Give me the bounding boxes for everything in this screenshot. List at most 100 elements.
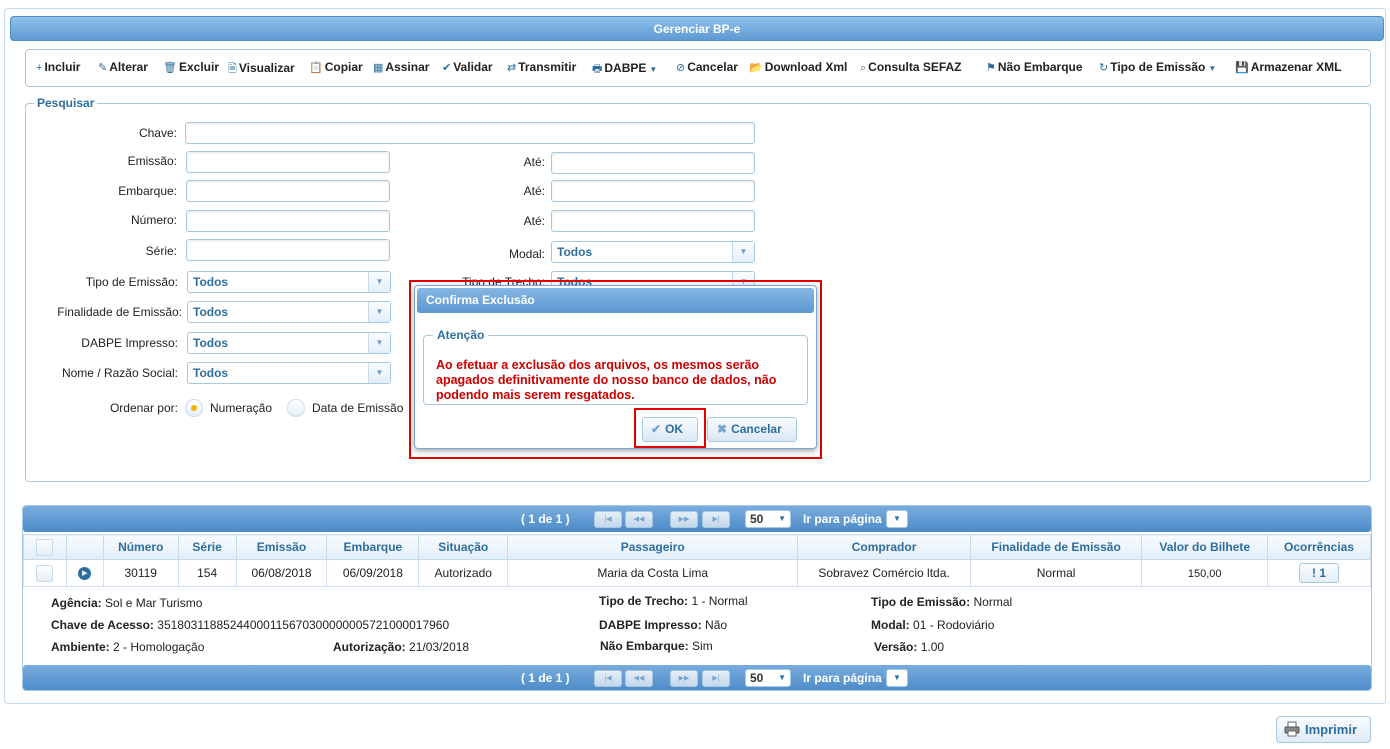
modal-detail-value: 01 - Rodoviário <box>913 618 995 632</box>
last-page-button[interactable]: ▶| <box>702 511 730 528</box>
goto-page-select[interactable]: ▼ <box>886 510 908 528</box>
ocorrencias-count: 1 <box>1319 566 1327 580</box>
cell-ocorrencias: ! 1 <box>1267 559 1371 587</box>
col-emissao[interactable]: Emissão <box>235 534 328 560</box>
copiar-label: Copiar <box>324 60 363 74</box>
armazenar-xml-button[interactable]: 💾 Armazenar XML <box>1235 60 1341 74</box>
print-button[interactable]: Imprimir <box>1276 716 1371 743</box>
excluir-label: Excluir <box>178 60 219 74</box>
refresh-icon: ↻ <box>1099 62 1109 74</box>
embarque-from-input[interactable] <box>186 180 390 202</box>
col-passageiro[interactable]: Passageiro <box>507 534 799 560</box>
chave-detail-label: Chave de Acesso: <box>51 618 154 632</box>
assinar-label: Assinar <box>385 60 430 74</box>
copiar-button[interactable]: 📋 Copiar <box>309 60 363 74</box>
nome-select[interactable]: Todos ▼ <box>187 362 391 384</box>
serie-input[interactable] <box>186 239 390 261</box>
tipo-emissao-detail-label: Tipo de Emissão: <box>871 595 971 609</box>
alterar-button[interactable]: ✎ Alterar <box>98 60 148 74</box>
cell-serie: 154 <box>177 559 237 587</box>
incluir-label: Incluir <box>44 60 81 74</box>
incluir-button[interactable]: + Incluir <box>36 60 80 74</box>
prev-page-button[interactable]: ◀◀ <box>625 511 653 528</box>
cancel-button[interactable]: ✖ Cancelar <box>707 417 797 442</box>
col-situacao[interactable]: Situação <box>418 534 509 560</box>
cancel-icon: ⊘ <box>676 62 686 74</box>
page-size-select[interactable]: 50 ▼ <box>745 510 791 528</box>
col-comprador[interactable]: Comprador <box>797 534 971 560</box>
last-page-button[interactable]: ▶| <box>702 670 730 687</box>
transmitir-button[interactable]: ⇄ Transmitir <box>507 60 576 74</box>
autorizacao-value: 21/03/2018 <box>409 640 470 654</box>
row-checkbox[interactable] <box>36 564 54 582</box>
versao-value: 1.00 <box>920 640 945 654</box>
caret-down-icon: ▼ <box>1208 64 1217 73</box>
chave-detail-value: 3518031188524400011567030000000572100001… <box>157 618 450 632</box>
emissao-ate-label: Até: <box>523 155 545 169</box>
tipo-emissao-detail-value: Normal <box>973 595 1013 609</box>
page-size-select-bottom[interactable]: 50 ▼ <box>745 669 791 687</box>
plus-icon: + <box>36 62 43 74</box>
numero-to-input[interactable] <box>551 210 755 232</box>
next-page-button[interactable]: ▶▶ <box>670 670 698 687</box>
emissao-to-input[interactable] <box>551 152 755 174</box>
emissao-from-input[interactable] <box>186 151 390 173</box>
visualizar-button[interactable]: 🗎 Visualizar <box>228 60 295 79</box>
col-finalidade[interactable]: Finalidade de Emissão <box>969 534 1143 560</box>
cell-comprador: Sobravez Comércio ltda. <box>797 559 971 587</box>
col-valor[interactable]: Valor do Bilhete <box>1141 534 1269 560</box>
tipo-emissao-menu-button[interactable]: ↻ Tipo de Emissão ▼ <box>1099 60 1216 74</box>
ok-highlight <box>634 408 706 448</box>
order-numeracao-radio[interactable] <box>185 399 203 417</box>
dabpe-menu-button[interactable]: 🖶 DABPE ▼ <box>592 60 657 79</box>
order-numeracao-label: Numeração <box>210 401 273 415</box>
chevron-down-icon: ▼ <box>368 272 390 292</box>
cancelar-label: Cancelar <box>687 60 738 74</box>
finalidade-label: Finalidade de Emissão: <box>57 305 182 319</box>
cell-emissao: 06/08/2018 <box>235 559 328 587</box>
ocorrencias-button[interactable]: ! 1 <box>1299 563 1340 583</box>
col-numero[interactable]: Número <box>102 534 179 560</box>
first-page-button[interactable]: |◀ <box>594 670 622 687</box>
nao-embarque-detail-label: Não Embarque: <box>600 639 689 653</box>
download-xml-button[interactable]: 📂 Download Xml <box>749 60 847 74</box>
goto-label-bottom: Ir para página <box>803 671 882 685</box>
toolbar: + Incluir ✎ Alterar 🗑 Excluir 🗎 Visualizar 📋… <box>25 49 1371 87</box>
print-label: Imprimir <box>1305 722 1358 737</box>
numero-from-input[interactable] <box>186 210 390 232</box>
modal-select[interactable]: Todos ▼ <box>551 241 755 263</box>
col-embarque[interactable]: Embarque <box>326 534 420 560</box>
ambiente-label: Ambiente: <box>51 640 110 654</box>
prev-page-button[interactable]: ◀◀ <box>625 670 653 687</box>
col-ocorrencias[interactable]: Ocorrências <box>1267 534 1371 560</box>
chave-input[interactable] <box>185 122 755 144</box>
page-title: Gerenciar BP-e <box>10 16 1384 41</box>
dabpe-impresso-select[interactable]: Todos ▼ <box>187 332 391 354</box>
validar-button[interactable]: ✔ Validar <box>442 60 493 74</box>
next-page-button[interactable]: ▶▶ <box>670 511 698 528</box>
col-serie[interactable]: Série <box>177 534 237 560</box>
folder-icon: 📂 <box>749 62 763 74</box>
dabpe-detail-value: Não <box>705 618 728 632</box>
trash-icon: 🗑 <box>163 62 177 74</box>
order-data-emissao-radio[interactable] <box>287 399 305 417</box>
finalidade-value: Todos <box>193 305 229 319</box>
assinar-button[interactable]: ▦ Assinar <box>373 60 429 74</box>
dabpe-impresso-value: Todos <box>193 336 229 350</box>
order-data-emissao-label: Data de Emissão <box>312 401 404 415</box>
goto-page-select-bottom[interactable]: ▼ <box>886 669 908 687</box>
select-all-checkbox[interactable] <box>36 538 54 556</box>
nao-embarque-button[interactable]: ⚑ Não Embarque <box>986 60 1083 74</box>
table-row[interactable]: ▶ 30119 154 06/08/2018 06/09/2018 Autori… <box>23 559 1371 587</box>
armazenar-xml-label: Armazenar XML <box>1250 60 1342 74</box>
consulta-sefaz-button[interactable]: ⌕ Consulta SEFAZ <box>860 60 962 75</box>
validar-label: Validar <box>453 60 493 74</box>
detail-autorizacao: Autorização: 21/03/2018 <box>333 640 469 654</box>
finalidade-select[interactable]: Todos ▼ <box>187 301 391 323</box>
expand-icon[interactable]: ▶ <box>78 567 92 581</box>
first-page-button[interactable]: |◀ <box>594 511 622 528</box>
cancelar-toolbar-button[interactable]: ⊘ Cancelar <box>676 60 738 74</box>
tipo-emissao-select[interactable]: Todos ▼ <box>187 271 391 293</box>
embarque-to-input[interactable] <box>551 180 755 202</box>
excluir-button[interactable]: 🗑 Excluir <box>163 60 219 74</box>
